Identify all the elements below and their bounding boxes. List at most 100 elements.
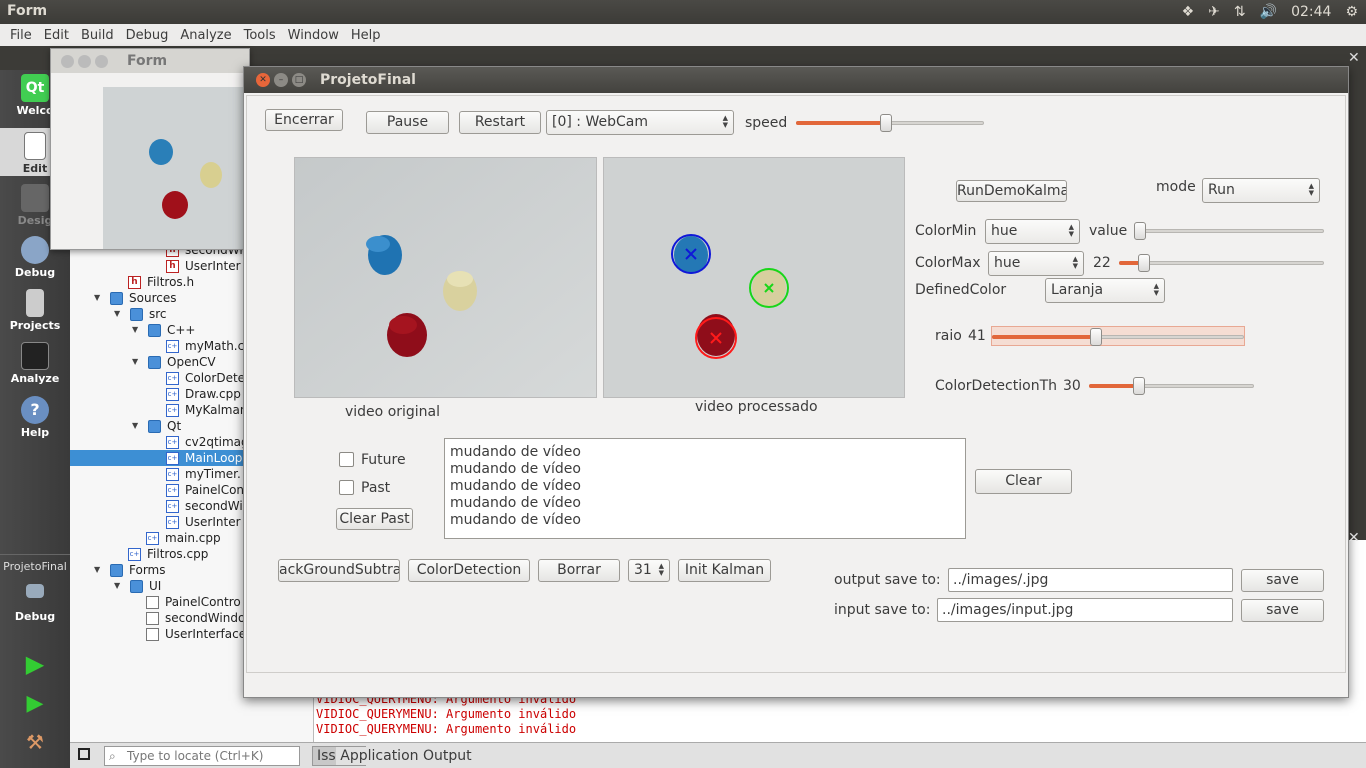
- clear-button[interactable]: Clear: [975, 469, 1072, 494]
- colormax-combo[interactable]: hue ▲ ▼: [988, 251, 1084, 276]
- clear-past-button[interactable]: Clear Past: [336, 508, 413, 530]
- tree-file[interactable]: c+ Filtros.cpp: [128, 546, 208, 562]
- expand-arrow-icon[interactable]: ▼: [132, 354, 142, 370]
- tree-folder[interactable]: ▼ Sources: [94, 290, 176, 306]
- tree-file[interactable]: c+ UserInter: [166, 514, 241, 530]
- maximize-icon[interactable]: [95, 55, 108, 68]
- menu-help[interactable]: Help: [345, 28, 387, 43]
- menu-window[interactable]: Window: [282, 28, 345, 43]
- borrar-button[interactable]: Borrar: [538, 559, 620, 582]
- video-original-frame: [294, 157, 597, 398]
- menu-tools[interactable]: Tools: [238, 28, 282, 43]
- expand-arrow-icon[interactable]: ▼: [132, 322, 142, 338]
- tree-file[interactable]: c+ MainLoop: [70, 450, 244, 466]
- volume-icon[interactable]: 🔊: [1260, 4, 1277, 20]
- raio-slider[interactable]: [991, 326, 1245, 346]
- tree-folder[interactable]: ▼ C++: [132, 322, 196, 338]
- mode-combo[interactable]: Run ▲ ▼: [1202, 178, 1320, 203]
- expand-arrow-icon[interactable]: ▼: [94, 290, 104, 306]
- log-textarea[interactable]: mudando de vídeo mudando de vídeo mudand…: [444, 438, 966, 539]
- colordetection-slider[interactable]: [1089, 376, 1254, 396]
- color-detection-button[interactable]: ColorDetection: [408, 559, 530, 582]
- menu-file[interactable]: File: [4, 28, 38, 43]
- encerrar-button[interactable]: Encerrar: [265, 109, 343, 131]
- tree-item-label: UI: [149, 579, 162, 593]
- tree-item-label: Sources: [129, 291, 177, 305]
- slider-handle[interactable]: [1137, 254, 1150, 272]
- tree-file[interactable]: c+ ColorDete: [166, 370, 245, 386]
- tree-file[interactable]: c+ cv2qtimag: [166, 434, 249, 450]
- tree-file[interactable]: c+ secondWi: [166, 498, 243, 514]
- definedcolor-combo[interactable]: Laranja ▲ ▼: [1045, 278, 1165, 303]
- tree-folder[interactable]: ▼ OpenCV: [132, 354, 216, 370]
- background-subtract-button[interactable]: ackGroundSubtrac: [278, 559, 400, 582]
- expand-arrow-icon[interactable]: ▼: [114, 578, 124, 594]
- video-source-combo[interactable]: [0] : WebCam ▲ ▼: [546, 110, 734, 135]
- close-icon[interactable]: ✕: [1348, 530, 1360, 546]
- menu-build[interactable]: Build: [75, 28, 120, 43]
- expand-arrow-icon[interactable]: ▼: [132, 418, 142, 434]
- build-hammer-icon[interactable]: ⚒: [0, 730, 70, 756]
- output-save-button[interactable]: save: [1241, 569, 1324, 592]
- menu-analyze[interactable]: Analyze: [174, 28, 237, 43]
- background-form-window[interactable]: Form: [50, 48, 251, 250]
- tree-file[interactable]: c+ MyKalman: [166, 402, 247, 418]
- slider-handle[interactable]: [880, 114, 893, 132]
- debug-run-icon[interactable]: ▶: [0, 692, 70, 718]
- slider-handle[interactable]: [1090, 328, 1103, 346]
- input-save-field[interactable]: ../images/input.jpg: [937, 598, 1233, 622]
- minimize-icon[interactable]: [78, 55, 91, 68]
- colormax-slider[interactable]: [1119, 253, 1324, 273]
- toggle-sidebar-icon[interactable]: [78, 748, 90, 760]
- future-checkbox[interactable]: [339, 452, 354, 467]
- slider-handle[interactable]: [1132, 377, 1145, 395]
- tree-file[interactable]: c+ PainelCon: [166, 482, 244, 498]
- mode-analyze[interactable]: Analyze: [0, 342, 70, 386]
- transfer-icon[interactable]: ⇅: [1234, 4, 1246, 20]
- run-demo-kalman-button[interactable]: RunDemoKalman: [956, 180, 1067, 202]
- tree-file[interactable]: c+ main.cpp: [146, 530, 221, 546]
- clock[interactable]: 02:44: [1291, 4, 1331, 20]
- value-slider[interactable]: [1134, 221, 1324, 241]
- maximize-icon[interactable]: □: [292, 73, 306, 87]
- mode-projects[interactable]: Projects: [0, 289, 70, 333]
- gear-icon[interactable]: ⚙: [1345, 4, 1358, 20]
- tree-file[interactable]: h Filtros.h: [128, 274, 194, 290]
- mode-help[interactable]: ? Help: [0, 396, 70, 440]
- output-save-field[interactable]: ../images/.jpg: [948, 568, 1233, 592]
- past-checkbox[interactable]: [339, 480, 354, 495]
- minimize-icon[interactable]: –: [274, 73, 288, 87]
- tab-issues[interactable]: 1 Issues: [312, 745, 366, 766]
- restart-button[interactable]: Restart: [459, 111, 541, 134]
- kit-selector[interactable]: Debug: [0, 584, 70, 628]
- init-kalman-button[interactable]: Init Kalman: [678, 559, 771, 582]
- colormin-combo[interactable]: hue ▲ ▼: [985, 219, 1080, 244]
- expand-arrow-icon[interactable]: ▼: [114, 306, 124, 322]
- locator-input[interactable]: ⌕ Type to locate (Ctrl+K): [104, 745, 300, 766]
- tree-file[interactable]: secondWindo: [146, 610, 245, 626]
- tree-file[interactable]: c+ Draw.cpp: [166, 386, 241, 402]
- expand-arrow-icon[interactable]: ▼: [94, 562, 104, 578]
- tree-file[interactable]: c+ myTimer.: [166, 466, 241, 482]
- menu-debug[interactable]: Debug: [120, 28, 175, 43]
- tree-folder[interactable]: ▼ UI: [114, 578, 161, 594]
- input-save-button[interactable]: save: [1241, 599, 1324, 622]
- pause-button[interactable]: Pause: [366, 111, 449, 134]
- tree-file[interactable]: PainelContro: [146, 594, 241, 610]
- menu-edit[interactable]: Edit: [38, 28, 75, 43]
- network-icon[interactable]: ✈: [1208, 4, 1220, 20]
- tree-folder[interactable]: ▼ src: [114, 306, 167, 322]
- tree-file[interactable]: c+ myMath.c: [166, 338, 244, 354]
- slider-handle[interactable]: [1134, 222, 1146, 240]
- close-icon[interactable]: [61, 55, 74, 68]
- run-icon[interactable]: ▶: [0, 652, 70, 678]
- borrar-spinbox[interactable]: 31 ▲ ▼: [628, 559, 670, 582]
- tree-folder[interactable]: ▼ Forms: [94, 562, 165, 578]
- tree-folder[interactable]: ▼ Qt: [132, 418, 181, 434]
- dropbox-icon[interactable]: ❖: [1182, 4, 1195, 20]
- close-icon[interactable]: ✕: [1348, 50, 1360, 66]
- close-icon[interactable]: ✕: [256, 73, 270, 87]
- speed-slider[interactable]: [796, 113, 984, 133]
- tree-file[interactable]: h UserInter: [166, 258, 241, 274]
- tab-application-output[interactable]: 3 Application Output: [336, 746, 476, 765]
